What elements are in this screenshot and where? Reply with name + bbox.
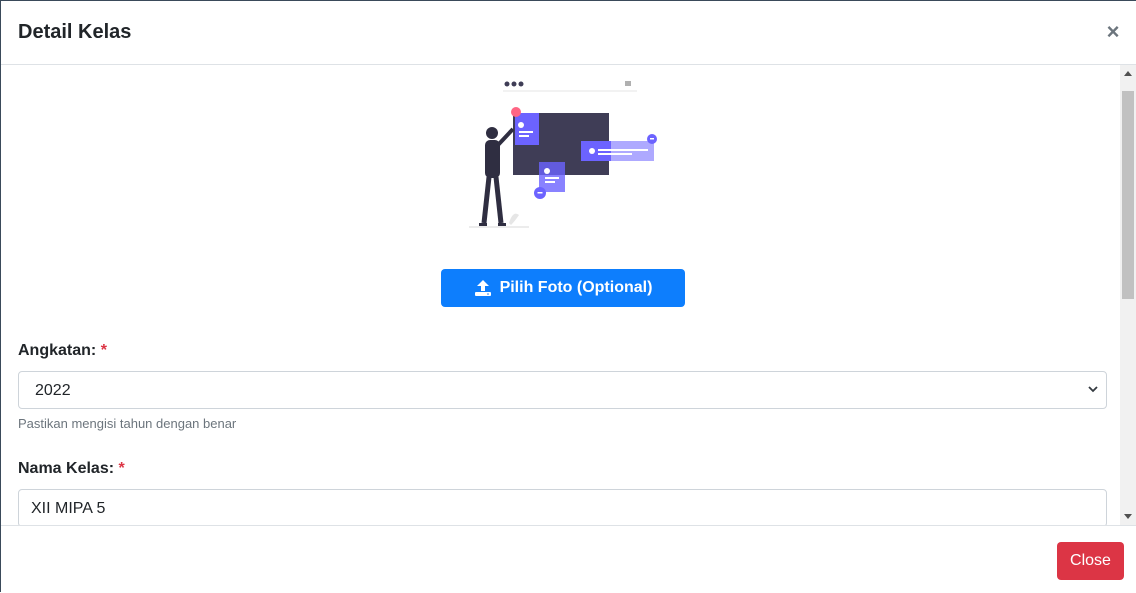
detail-kelas-modal: Detail Kelas × Pilih Foto (Optional) Ang… xyxy=(0,0,1136,593)
scroll-thumb[interactable] xyxy=(1122,91,1134,299)
upload-icon xyxy=(474,280,491,296)
angkatan-label: Angkatan: * xyxy=(18,342,107,359)
close-button[interactable]: Close xyxy=(1057,542,1124,580)
chevron-down-icon xyxy=(1088,386,1098,393)
modal-header: Detail Kelas × xyxy=(1,1,1136,65)
scroll-up-arrow-icon[interactable] xyxy=(1124,71,1132,76)
nama-kelas-label: Nama Kelas: * xyxy=(18,460,125,477)
class-illustration xyxy=(469,81,657,228)
modal-footer: Close xyxy=(1,525,1136,593)
required-mark: * xyxy=(118,460,125,477)
modal-body: Pilih Foto (Optional) Angkatan: * 2022 P… xyxy=(1,65,1121,525)
angkatan-help-text: Pastikan mengisi tahun dengan benar xyxy=(18,416,237,431)
choose-photo-button[interactable]: Pilih Foto (Optional) xyxy=(441,269,685,307)
scroll-down-arrow-icon[interactable] xyxy=(1124,514,1132,519)
nama-kelas-value: XII MIPA 5 xyxy=(31,500,106,517)
nama-kelas-input[interactable]: XII MIPA 5 xyxy=(18,489,1107,525)
close-icon[interactable]: × xyxy=(1102,19,1124,45)
required-mark: * xyxy=(100,342,107,359)
angkatan-selected-value: 2022 xyxy=(35,382,71,399)
angkatan-select[interactable]: 2022 xyxy=(18,371,1107,409)
vertical-scrollbar[interactable] xyxy=(1120,65,1136,525)
modal-title: Detail Kelas xyxy=(18,21,132,43)
choose-photo-label: Pilih Foto (Optional) xyxy=(499,279,653,296)
